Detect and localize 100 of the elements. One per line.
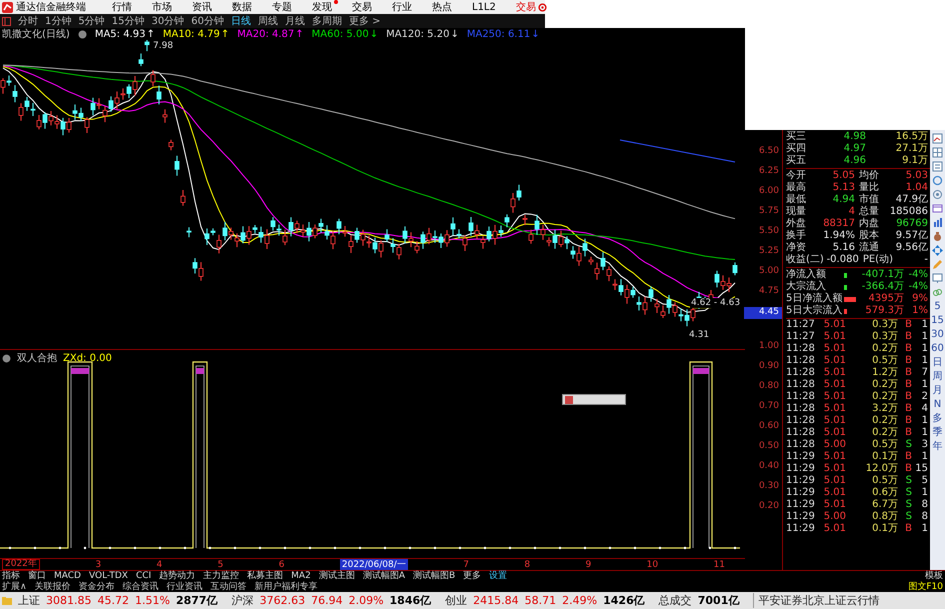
trade-count: 8 (920, 499, 929, 511)
index-amount: 1846亿 (390, 593, 432, 608)
period-shortcut[interactable]: N (934, 399, 942, 410)
circle-icon (78, 30, 87, 38)
menu-item[interactable]: 资讯 (192, 0, 212, 14)
expand-toggle[interactable]: 扩展∧ (2, 580, 27, 593)
index-percent: 1.51% (135, 594, 170, 607)
period-shortcut[interactable]: 年 (932, 441, 942, 452)
period-tab[interactable]: 分时 (18, 14, 38, 28)
period-shortcut[interactable]: 60 (931, 343, 944, 354)
period-tab[interactable]: 周线 (258, 14, 278, 28)
f10-tab[interactable]: 图文F10 (908, 580, 943, 593)
indicator-tab[interactable]: 测试幅图A (362, 571, 405, 581)
indicator-tab[interactable]: 测试幅图B (413, 571, 456, 581)
period-tab[interactable]: 日线 (230, 14, 251, 28)
info-tab[interactable]: 综合资讯 (122, 580, 159, 593)
period-tab[interactable]: 1分钟 (45, 14, 72, 28)
indicator-tab[interactable]: MACD (54, 571, 81, 581)
menu-item[interactable]: 交易 (352, 0, 372, 14)
period-tab[interactable]: 60分钟 (191, 14, 224, 28)
tick-time: 11:27 (786, 331, 816, 343)
period-shortcut[interactable]: 月 (932, 385, 942, 396)
alert-icon (565, 396, 573, 404)
indicator-tab[interactable]: 主力监控 (203, 571, 240, 581)
trade-side: B (904, 319, 913, 331)
indicator-tab[interactable]: CCI (136, 571, 152, 581)
trade-count: 1 (920, 379, 929, 391)
indicator-tab[interactable]: VOL-TDX (88, 571, 128, 581)
indicator-tab[interactable]: 更多 (463, 571, 482, 581)
period-shortcut[interactable]: 日 (932, 357, 942, 368)
tick-volume: 12.0万 (864, 463, 899, 475)
period-tab[interactable]: 5分钟 (78, 14, 105, 28)
bid-volume: 16.5万 (894, 131, 929, 143)
menu-item[interactable]: 市场 (152, 0, 172, 14)
bid-volume: 27.1万 (894, 143, 929, 155)
menu-item[interactable]: 数据 (232, 0, 252, 14)
info-tab[interactable]: 资金分布 (78, 580, 115, 593)
stat-value: 4 (848, 206, 856, 218)
window-icon (932, 203, 943, 214)
trend-arrow: ↑ (146, 28, 155, 40)
tick-price: 5.01 (822, 463, 847, 475)
period-shortcut[interactable]: 30 (931, 329, 944, 340)
trade-side: S (904, 499, 913, 511)
floating-toolbar[interactable] (562, 394, 626, 405)
stat-value: 1.04 (904, 182, 929, 194)
menu-item[interactable]: 行情 (112, 0, 132, 14)
trade-button[interactable]: 交易 (516, 0, 547, 14)
indicator-tab[interactable]: 窗口 (28, 571, 46, 581)
info-tab[interactable]: 互动问答 (210, 580, 247, 593)
trade-side: S (904, 487, 913, 499)
circle-icon (538, 2, 547, 12)
tick-time: 11:28 (786, 415, 816, 427)
trade-count: 15 (914, 463, 929, 475)
menu-item[interactable]: 热点 (432, 0, 452, 14)
indicator-tab[interactable]: MA2 (291, 571, 311, 581)
refresh-icon (932, 175, 943, 186)
grid-icon (932, 147, 943, 158)
tick-price: 5.01 (822, 415, 847, 427)
stat-value: 5.05 (832, 170, 856, 182)
period-tab[interactable]: 15分钟 (112, 14, 144, 28)
menu-item[interactable]: 发现 (312, 0, 332, 14)
stat-label: 今开 (786, 170, 806, 182)
price-tick-label: 6.00 (758, 187, 779, 198)
info-tab[interactable]: 新用户福利专享 (254, 580, 318, 593)
trade-count: 1 (920, 427, 929, 439)
template-tab[interactable]: 模板 (925, 571, 943, 581)
list-icon (932, 161, 943, 172)
period-shortcut[interactable]: 15 (931, 315, 944, 326)
flow-percent: 9% (911, 293, 929, 305)
period-shortcut[interactable]: 5 (934, 301, 941, 312)
tick-time: 11:29 (786, 487, 816, 499)
bid-label: 买五 (786, 155, 807, 167)
index-name: 沪深 (232, 593, 254, 608)
indicator-tab[interactable]: 趋势动力 (159, 571, 196, 581)
stat-value: 88317 (822, 218, 856, 230)
info-tab[interactable]: 关联报价 (34, 580, 71, 593)
indicator-tab[interactable]: 指标 (2, 571, 20, 581)
period-shortcut[interactable]: 周 (932, 371, 942, 382)
indicator-tab[interactable]: 测试主图 (318, 571, 355, 581)
price-tick-label: 5.00 (758, 267, 779, 278)
period-shortcut[interactable]: 多 (932, 413, 942, 424)
index-change: 58.71 (524, 594, 556, 607)
menu-item[interactable]: L1L2 (472, 2, 496, 12)
period-tab[interactable]: 多周期 (312, 14, 342, 28)
indicator-tab[interactable]: 私募主图 (247, 571, 284, 581)
trade-side: B (904, 379, 913, 391)
period-tab[interactable]: 月线 (284, 14, 305, 28)
period-tab[interactable]: 更多 > (348, 14, 381, 28)
menu-item[interactable]: 行业 (392, 0, 412, 14)
tick-time: 11:28 (786, 427, 816, 439)
menu-item[interactable]: 专题 (272, 0, 292, 14)
index-change: 76.94 (311, 594, 343, 607)
info-tab[interactable]: 行业资讯 (166, 580, 203, 593)
tick-price: 5.01 (822, 367, 847, 379)
stat-value: 1.94% (822, 230, 856, 242)
settings-tab[interactable]: 设置 (489, 571, 508, 581)
app-title: 通达信金融终端 (16, 0, 86, 14)
index-name: 上证 (18, 593, 40, 608)
period-tab[interactable]: 30分钟 (151, 14, 184, 28)
period-shortcut[interactable]: 季 (932, 427, 942, 438)
